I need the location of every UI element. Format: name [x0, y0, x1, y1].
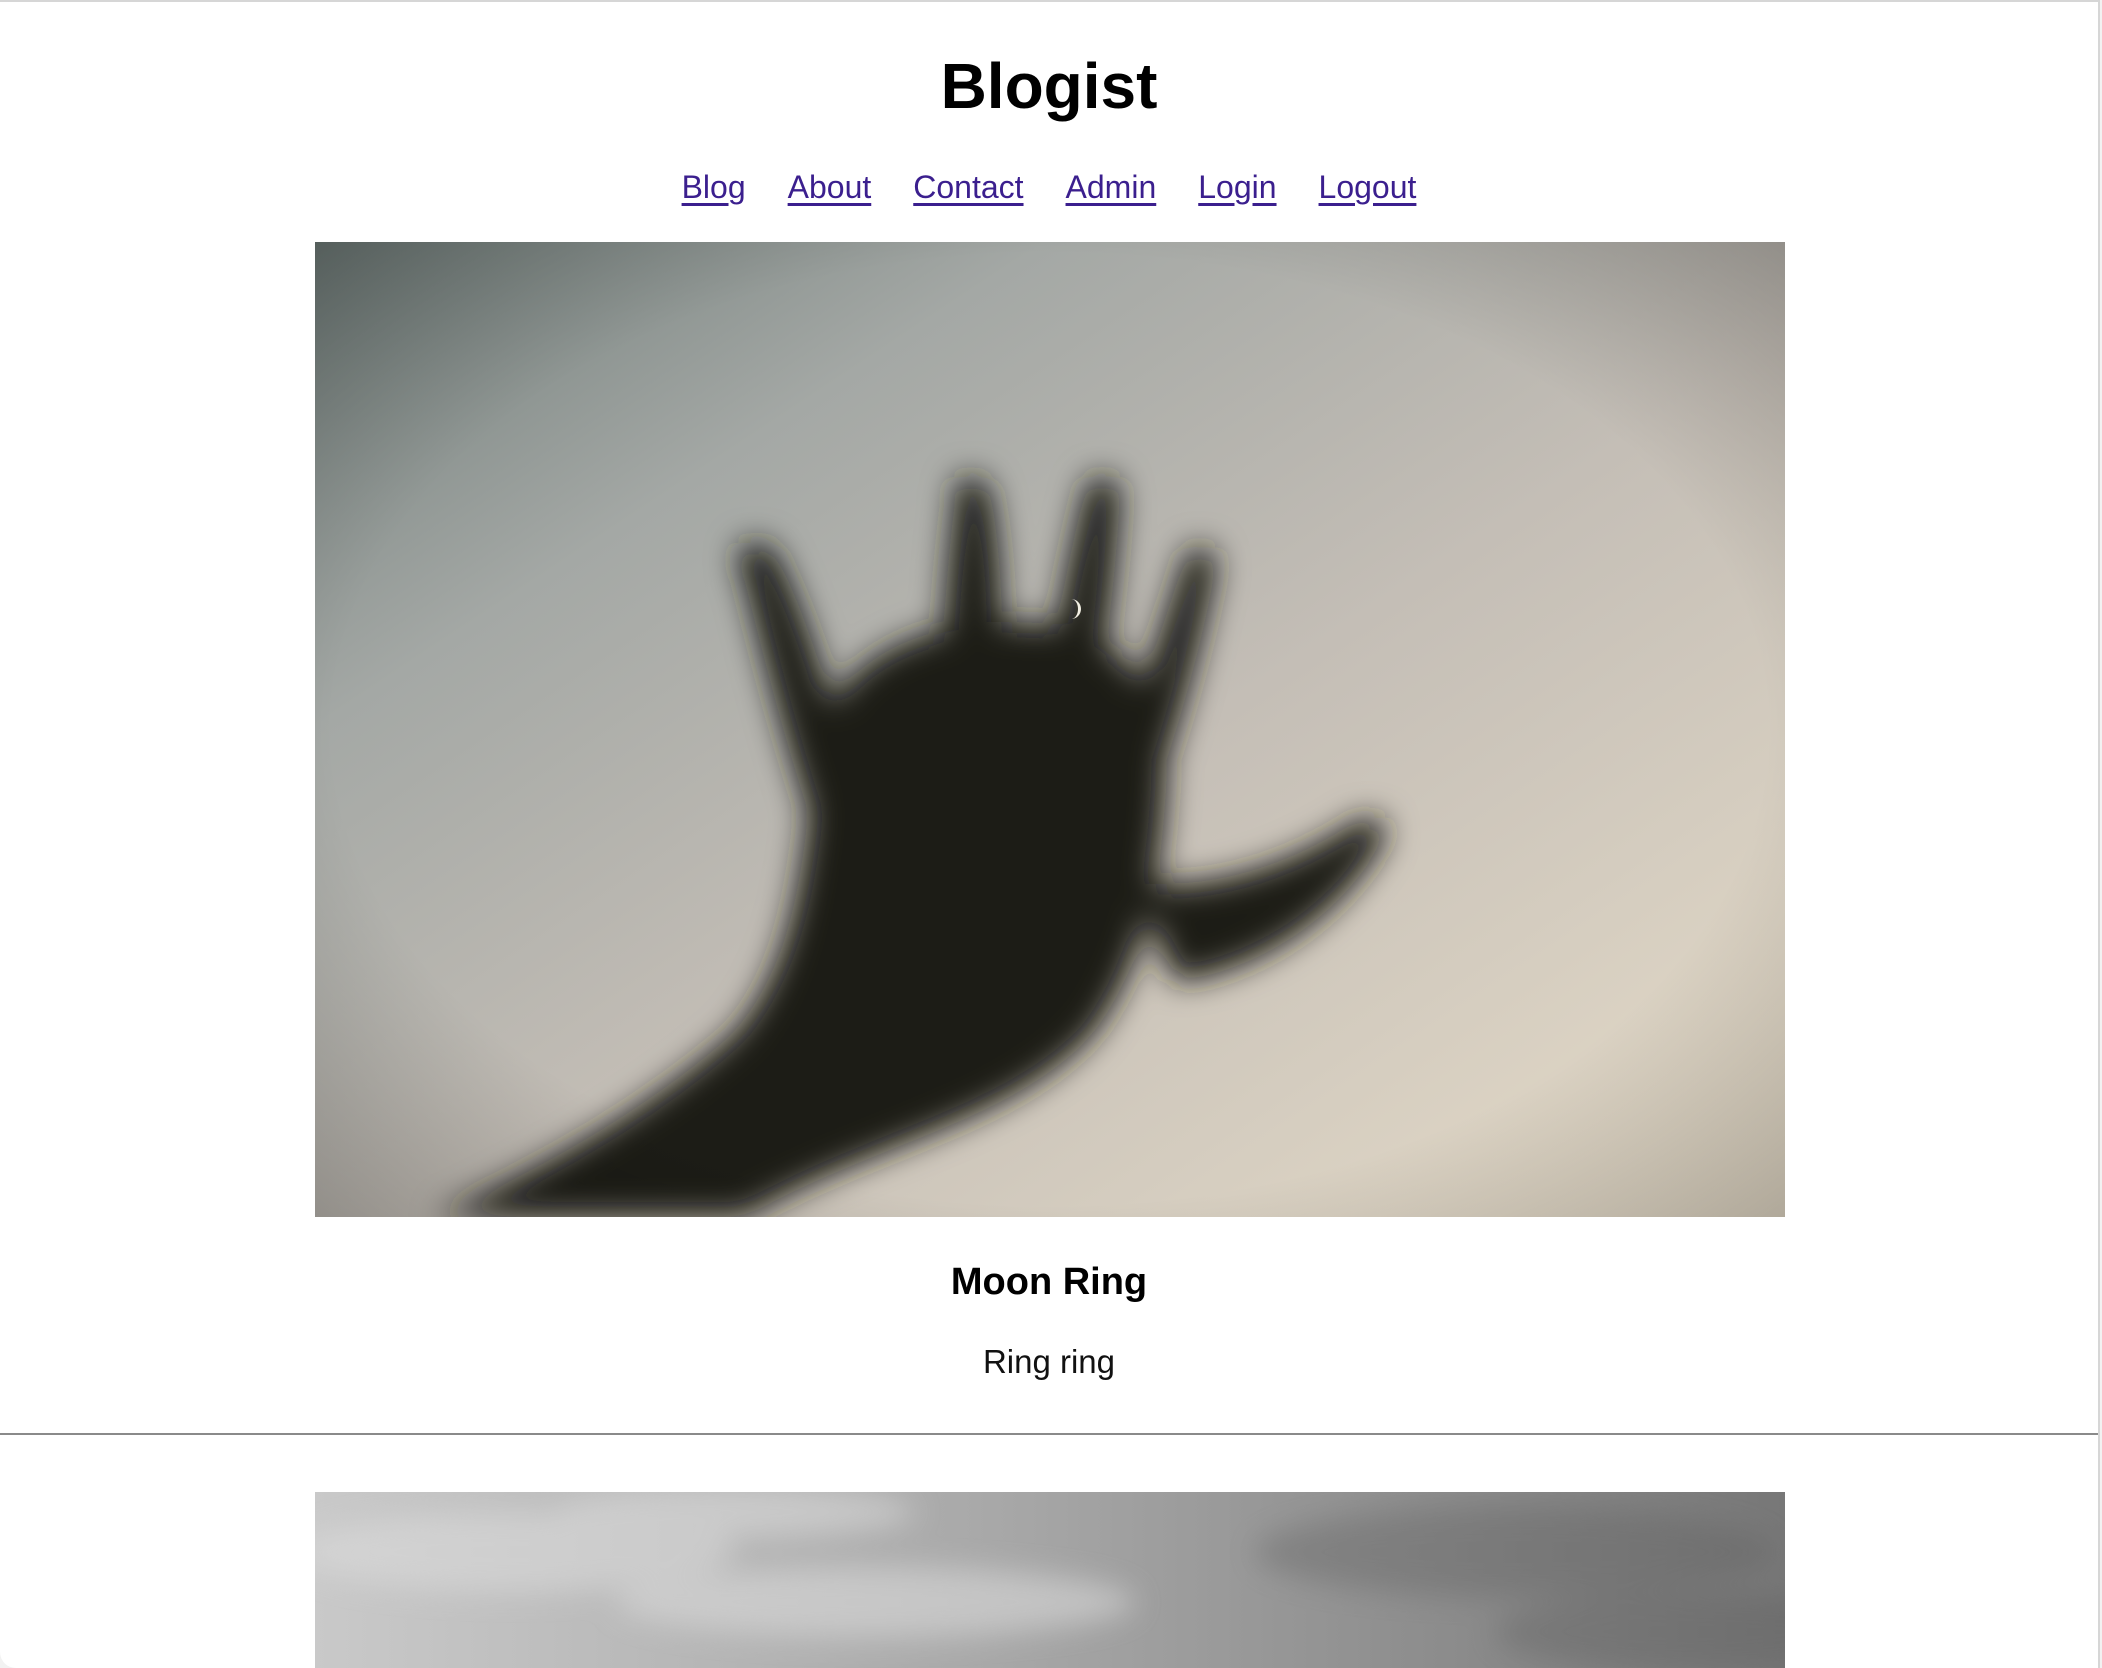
- post-image-moon-ring[interactable]: [315, 242, 1785, 1217]
- main-nav: Blog About Contact Admin Login Logout: [0, 162, 2098, 212]
- post-title[interactable]: Moon Ring: [0, 1257, 2098, 1307]
- browser-viewport: Blogist Blog About Contact Admin Login L…: [0, 0, 2100, 1668]
- site-title[interactable]: Blogist: [0, 46, 2098, 126]
- nav-link-logout[interactable]: Logout: [1319, 164, 1417, 210]
- post-divider: [0, 1433, 2098, 1435]
- nav-link-blog[interactable]: Blog: [682, 164, 746, 210]
- post-image-cloudy-sky[interactable]: [315, 1492, 1785, 1668]
- nav-link-about[interactable]: About: [788, 164, 872, 210]
- nav-link-admin[interactable]: Admin: [1066, 164, 1157, 210]
- nav-link-login[interactable]: Login: [1198, 164, 1276, 210]
- nav-link-contact[interactable]: Contact: [913, 164, 1023, 210]
- post-excerpt: Ring ring: [982, 1343, 1116, 1380]
